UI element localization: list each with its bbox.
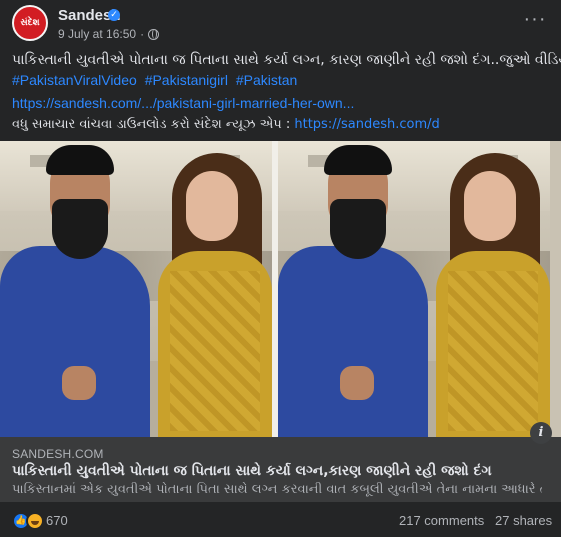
article-link[interactable]: https://sandesh.com/.../pakistani-girl-m…: [12, 95, 354, 111]
app-promo-label: વધુ સમાચાર વાંચવા ડાઉનલોડ કરો સંદેશ ન્યૂ…: [12, 117, 295, 132]
video-thumbnail[interactable]: [0, 141, 561, 437]
link-title[interactable]: પાકિસ્તાની યુવતીએ પોતાના જ પિતાના સાથે ક…: [12, 463, 492, 479]
globe-icon: [148, 28, 160, 40]
reactions-bar: 👍 670 217 comments 27 shares: [0, 502, 561, 537]
timestamp[interactable]: 9 July at 16:50: [58, 27, 136, 41]
hashtag-link[interactable]: #Pakistan: [236, 72, 297, 88]
haha-icon: [26, 512, 44, 530]
hashtag-row: #PakistanViralVideo #Pakistanigirl #Paki…: [12, 72, 301, 88]
info-icon[interactable]: i: [530, 422, 552, 444]
shares-count[interactable]: 27 shares: [495, 513, 552, 528]
reaction-icons[interactable]: 👍: [12, 512, 48, 530]
comments-count[interactable]: 217 comments: [399, 513, 484, 528]
thumbnail-frame-right: [278, 141, 550, 437]
post-meta: 9 July at 16:50 ·: [58, 27, 160, 41]
avatar[interactable]: સંદેશ: [12, 5, 48, 41]
hashtag-link[interactable]: #Pakistanigirl: [145, 72, 228, 88]
link-preview[interactable]: i SANDESH.COM પાકિસ્તાની યુવતીએ પોતાના જ…: [0, 422, 561, 502]
hashtag-link[interactable]: #PakistanViralVideo: [12, 72, 137, 88]
thumbnail-frame-left: [0, 141, 272, 437]
post-header: સંદેશ Sandesh ✓ 9 July at 16:50 · ···: [0, 0, 561, 46]
app-link[interactable]: https://sandesh.com/d: [294, 117, 439, 132]
post-text: પાકિસ્તાની યુવતીએ પોતાના જ પિતાના સાથે ક…: [12, 52, 561, 68]
link-description: પાકિસ્તાનમાં એક યુવતીએ પોતાના પિતા સાથે …: [12, 482, 542, 497]
link-domain: SANDESH.COM: [12, 447, 104, 461]
app-promo-text: વધુ સમાચાર વાંચવા ડાઉનલોડ કરો સંદેશ ન્યૂ…: [12, 117, 440, 132]
reaction-count[interactable]: 670: [46, 513, 68, 528]
verified-badge-icon: ✓: [108, 9, 120, 21]
more-options-icon[interactable]: ···: [521, 9, 549, 37]
facebook-post: સંદેશ Sandesh ✓ 9 July at 16:50 · ··· પા…: [0, 0, 561, 537]
